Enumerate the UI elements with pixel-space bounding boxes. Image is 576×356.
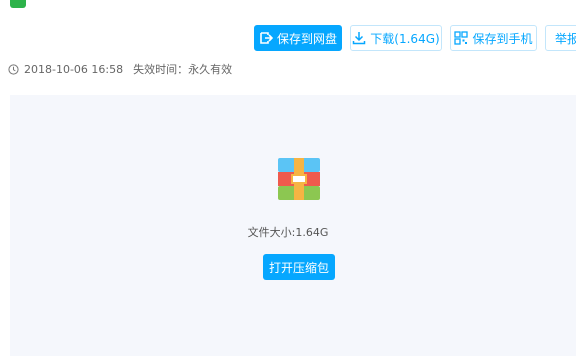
top-bar: [0, 0, 576, 12]
share-date: 2018-10-06 16:58: [24, 62, 124, 76]
file-preview-panel: 文件大小:1.64G 打开压缩包: [10, 95, 576, 356]
archive-file-icon: [278, 158, 320, 200]
download-label: 下载(1.64G): [370, 31, 440, 46]
download-icon: [353, 32, 366, 45]
save-to-cloud-label: 保存到网盘: [276, 31, 337, 46]
download-button[interactable]: 下载(1.64G): [350, 25, 442, 51]
action-toolbar: 保存到网盘 下载(1.64G) 保存到手机 举报: [254, 25, 576, 51]
save-to-cloud-button[interactable]: 保存到网盘: [254, 25, 342, 51]
save-to-cloud-icon: [260, 32, 273, 44]
report-button[interactable]: 举报: [545, 25, 576, 51]
expire-time: 失效时间：永久有效: [133, 63, 233, 76]
open-archive-button[interactable]: 打开压缩包: [263, 254, 335, 280]
save-to-phone-label: 保存到手机: [472, 31, 533, 46]
report-label: 举报: [555, 31, 576, 46]
app-icon: [10, 0, 26, 8]
qr-code-icon: [454, 31, 469, 45]
clock-icon: [8, 63, 19, 75]
save-to-phone-button[interactable]: 保存到手机: [450, 25, 537, 51]
share-meta: 2018-10-06 16:58 失效时间：永久有效: [8, 62, 232, 76]
file-size: 文件大小:1.64G: [247, 226, 329, 239]
